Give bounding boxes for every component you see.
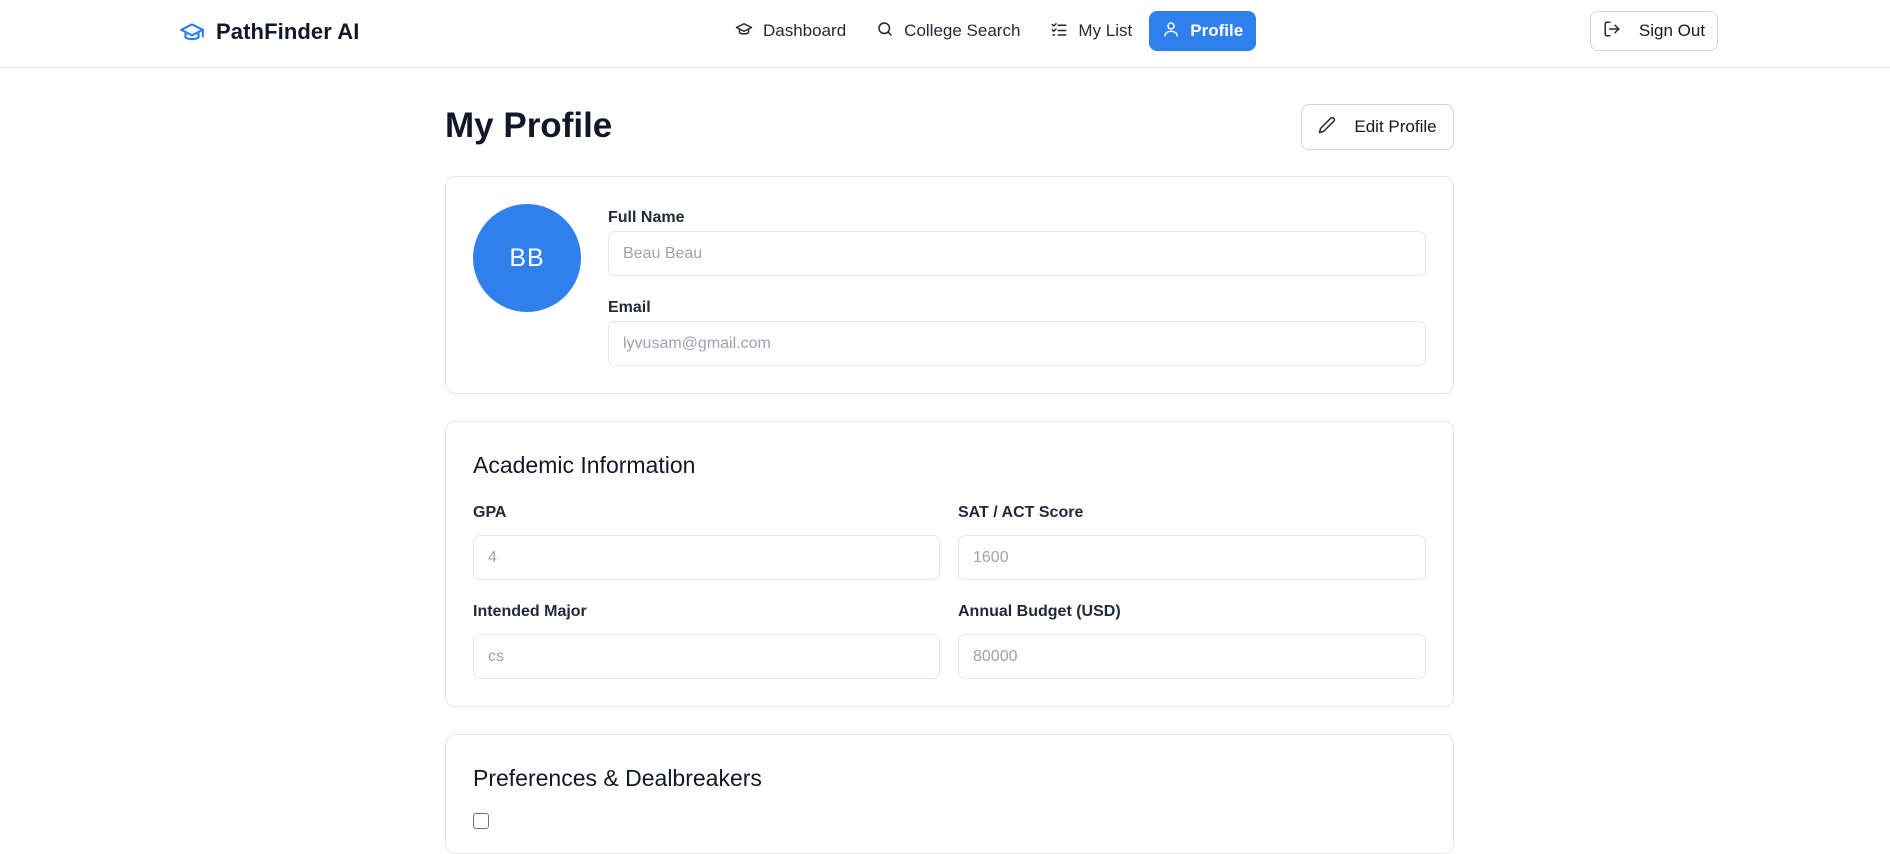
- user-icon: [1162, 20, 1180, 43]
- edit-profile-label: Edit Profile: [1354, 117, 1437, 136]
- preferences-card: Preferences & Dealbreakers: [445, 734, 1454, 854]
- graduation-cap-icon: [735, 20, 753, 43]
- page-title: My Profile: [445, 106, 613, 145]
- nav-item-college-search[interactable]: College Search: [863, 11, 1033, 51]
- nav-item-dashboard[interactable]: Dashboard: [722, 11, 859, 51]
- sign-out-label: Sign Out: [1638, 21, 1706, 40]
- intended-major-input[interactable]: [473, 634, 940, 679]
- annual-budget-input[interactable]: [958, 634, 1426, 679]
- log-out-icon: [1603, 20, 1621, 43]
- budget-label: Annual Budget (USD): [958, 603, 1121, 620]
- email-label: Email: [608, 299, 651, 316]
- brand-logo[interactable]: PathFinder AI: [178, 16, 360, 48]
- sat-act-score-input[interactable]: [958, 535, 1426, 580]
- academic-info-card: Academic Information GPA SAT / ACT Score…: [445, 421, 1454, 707]
- top-navbar: PathFinder AI Dashboard College Search M…: [0, 0, 1890, 68]
- preference-checkbox[interactable]: [473, 813, 489, 829]
- nav-item-my-list[interactable]: My List: [1037, 11, 1145, 51]
- main-nav: Dashboard College Search My List Profile: [722, 11, 1257, 51]
- gpa-label: GPA: [473, 504, 507, 521]
- major-label: Intended Major: [473, 603, 587, 620]
- nav-item-label: Dashboard: [763, 21, 847, 40]
- score-label: SAT / ACT Score: [958, 504, 1084, 521]
- full-name-label: Full Name: [608, 209, 685, 226]
- edit-profile-button[interactable]: Edit Profile: [1301, 104, 1454, 150]
- graduation-cap-icon: [178, 18, 206, 46]
- nav-item-label: Profile: [1190, 21, 1244, 40]
- sign-out-button[interactable]: Sign Out: [1590, 11, 1718, 51]
- checklist-icon: [1050, 20, 1068, 43]
- nav-item-label: My List: [1078, 21, 1133, 40]
- profile-card: BB Full Name Email: [445, 176, 1454, 394]
- gpa-input[interactable]: [473, 535, 940, 580]
- nav-item-profile[interactable]: Profile: [1149, 11, 1257, 51]
- nav-item-label: College Search: [904, 21, 1021, 40]
- pencil-icon: [1318, 116, 1336, 139]
- full-name-input[interactable]: [608, 231, 1426, 276]
- email-input[interactable]: [608, 321, 1426, 366]
- brand-name: PathFinder AI: [216, 19, 360, 44]
- avatar: BB: [473, 204, 581, 312]
- preferences-title: Preferences & Dealbreakers: [473, 765, 762, 791]
- academic-info-title: Academic Information: [473, 452, 696, 478]
- search-icon: [876, 20, 894, 43]
